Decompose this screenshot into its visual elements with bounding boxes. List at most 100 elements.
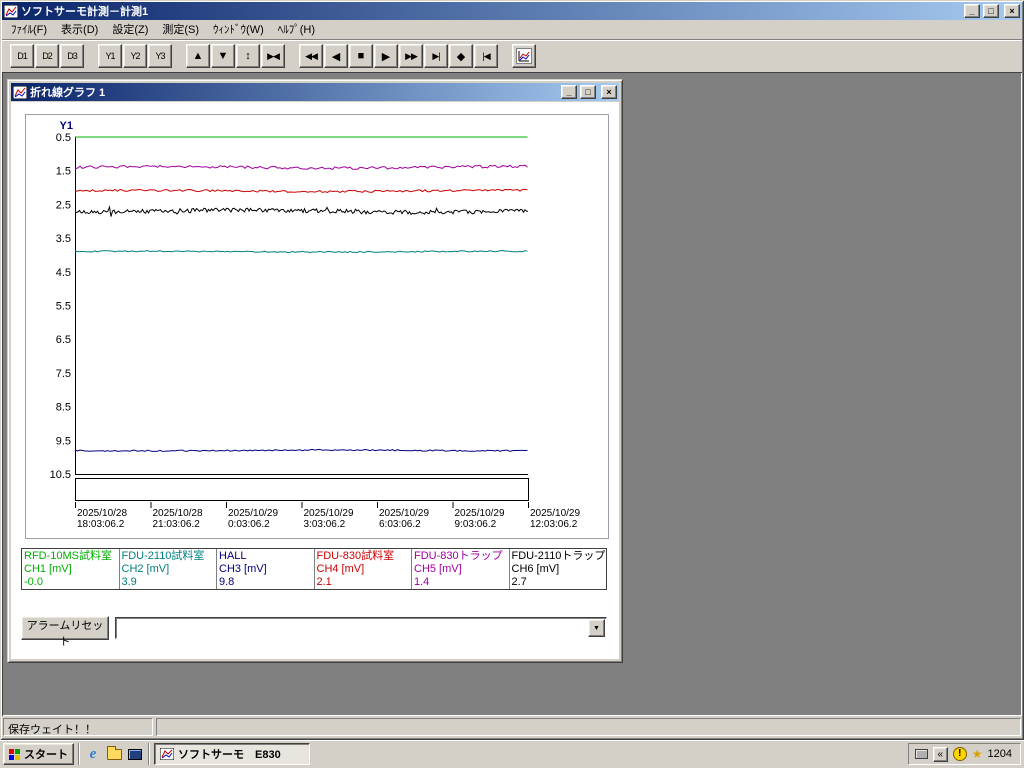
y-tick-label: 9.5 xyxy=(56,435,71,447)
x-tick-time: 18:03:06.2 xyxy=(77,519,125,530)
y1-button[interactable]: Y1 xyxy=(98,44,122,68)
status-panel-empty xyxy=(156,718,1021,736)
legend-value: 2.1 xyxy=(316,576,332,588)
legend-cell-ch3: HALL CH3 [mV] 9.8 xyxy=(216,549,314,589)
menu-view[interactable]: 表示(D) xyxy=(54,19,105,40)
channel-legend: RFD-10MS試料室 CH1 [mV] -0.0 FDU-2110試料室 CH2 [m… xyxy=(21,548,607,590)
app-icon xyxy=(4,4,18,18)
scale-group: ▲ ▼ ↕ ▶◀ xyxy=(186,44,285,68)
app-title: ソフトサーモ計測－計測1 xyxy=(21,6,149,18)
legend-channel-label: CH5 [mV] xyxy=(414,563,462,575)
x-tick-date: 2025/10/29 xyxy=(228,508,278,519)
fast-forward-button[interactable]: ▶▶ xyxy=(399,44,423,68)
legend-value: -0.0 xyxy=(24,576,43,588)
x-tick-time: 21:03:06.2 xyxy=(153,519,201,530)
status-bar: 保存ウェイト！！ xyxy=(2,716,1022,738)
scale-updown-button[interactable]: ↕ xyxy=(236,44,260,68)
menu-file[interactable]: ﾌｧｲﾙ(F) xyxy=(4,19,54,40)
folder-icon[interactable] xyxy=(105,745,123,763)
x-tick-date: 2025/10/29 xyxy=(304,508,354,519)
y-tick-label: 6.5 xyxy=(56,334,71,346)
child-close-button[interactable]: × xyxy=(601,85,617,99)
y-tick-label: 2.5 xyxy=(56,199,71,211)
d3-button[interactable]: D3 xyxy=(60,44,84,68)
y-tick-label: 5.5 xyxy=(56,301,71,313)
minimize-button[interactable]: _ xyxy=(964,4,980,18)
taskbar-separator xyxy=(78,743,80,765)
line-chart: Y10.5 1.5 2.5 3.5 4.5 5.5 6.5 7.5 8.5 9.5 10.5 2025… xyxy=(25,114,609,539)
graph-window-button[interactable] xyxy=(512,44,536,68)
x-tick-time: 9:03:06.2 xyxy=(455,519,497,530)
d1-button[interactable]: D1 xyxy=(10,44,34,68)
center-button[interactable]: ◆ xyxy=(449,44,473,68)
back-button[interactable]: ◀ xyxy=(324,44,348,68)
legend-channel-label: CH3 [mV] xyxy=(219,563,267,575)
start-button[interactable]: スタート xyxy=(3,743,74,765)
legend-device-name: FDU-830トラップ xyxy=(414,550,503,562)
legend-channel-label: CH2 [mV] xyxy=(121,563,170,575)
fast-back-button[interactable]: ◀◀ xyxy=(299,44,323,68)
task-app-icon xyxy=(160,748,174,760)
y-axis-title: Y1 xyxy=(60,120,73,132)
app-titlebar[interactable]: ソフトサーモ計測－計測1 _ □ × xyxy=(2,2,1022,20)
task-button-label: ソフトサーモ E830 xyxy=(178,749,281,761)
yaxis-group: Y1 Y2 Y3 xyxy=(98,44,172,68)
close-button[interactable]: × xyxy=(1004,4,1020,18)
scale-fit-button[interactable]: ▶◀ xyxy=(261,44,285,68)
jump-end-button[interactable]: ▶| xyxy=(424,44,448,68)
line-graph-window: 折れ線グラフ 1 _ □ × Y1 0.5 1.5 2.5 3.5 4.5 5.5 6.5 7.… xyxy=(7,79,623,663)
alarm-reset-button[interactable]: アラームリセット xyxy=(21,616,109,648)
y-tick-label: 4.5 xyxy=(56,267,71,279)
legend-channel-label: CH1 [mV] xyxy=(24,563,72,575)
y2-button[interactable]: Y2 xyxy=(123,44,147,68)
menu-window[interactable]: ｳｨﾝﾄﾞｳ(W) xyxy=(206,19,271,40)
x-tick-date: 2025/10/29 xyxy=(455,508,505,519)
start-button-label: スタート xyxy=(24,749,68,761)
scale-up-button[interactable]: ▲ xyxy=(186,44,210,68)
y-tick-label: 1.5 xyxy=(56,166,71,178)
child-titlebar[interactable]: 折れ線グラフ 1 _ □ × xyxy=(11,83,619,101)
forward-button[interactable]: ▶ xyxy=(374,44,398,68)
legend-cell-ch5: FDU-830トラップ CH5 [mV] 1.4 xyxy=(411,549,509,589)
y3-button[interactable]: Y3 xyxy=(148,44,172,68)
menu-bar: ﾌｧｲﾙ(F) 表示(D) 設定(Z) 測定(S) ｳｨﾝﾄﾞｳ(W) ﾍﾙﾌﾟ(H) xyxy=(2,20,1022,39)
legend-device-name: FDU-2110トラップ xyxy=(511,550,606,562)
y-tick-label: 7.5 xyxy=(56,368,71,380)
menu-settings[interactable]: 設定(Z) xyxy=(105,19,155,40)
legend-device-name: HALL xyxy=(219,550,247,562)
graph-group xyxy=(512,44,536,68)
scale-down-button[interactable]: ▼ xyxy=(211,44,235,68)
menu-help[interactable]: ﾍﾙﾌﾟ(H) xyxy=(271,19,322,40)
show-desktop-icon[interactable] xyxy=(126,745,144,763)
x-tick-date: 2025/10/29 xyxy=(530,508,580,519)
child-maximize-button[interactable]: □ xyxy=(580,85,596,99)
toolbar: D1 D2 D3 Y1 Y2 Y3 ▲ ▼ ↕ ▶◀ ◀◀ ◀ ■ ▶ ▶▶ ▶| ◆ |◀ xyxy=(2,39,1022,72)
x-tick-time: 3:03:06.2 xyxy=(304,519,346,530)
star-tray-icon[interactable]: ★ xyxy=(972,748,983,760)
jump-home-button[interactable]: |◀ xyxy=(474,44,498,68)
taskbar: スタート e ソフトサーモ E830 « ! ★ 1204 xyxy=(0,740,1024,768)
legend-cell-ch6: FDU-2110トラップ CH6 [mV] 2.7 xyxy=(508,549,607,589)
legend-value: 3.9 xyxy=(121,576,137,588)
x-tick-time: 0:03:06.2 xyxy=(228,519,270,530)
internet-explorer-icon[interactable]: e xyxy=(84,745,102,763)
taskbar-separator xyxy=(148,743,150,765)
alarm-combobox-input[interactable] xyxy=(115,617,607,639)
desktop: ソフトサーモ計測－計測1 _ □ × ﾌｧｲﾙ(F) 表示(D) 設定(Z) 測定(S… xyxy=(0,0,1024,768)
child-minimize-button[interactable]: _ xyxy=(561,85,577,99)
device-tray-icon[interactable] xyxy=(914,749,928,759)
task-button-softthermo[interactable]: ソフトサーモ E830 xyxy=(154,743,310,765)
stop-button[interactable]: ■ xyxy=(349,44,373,68)
menu-measure[interactable]: 測定(S) xyxy=(155,19,206,40)
legend-value: 9.8 xyxy=(219,576,235,588)
tray-chevron-button[interactable]: « xyxy=(932,746,948,762)
legend-cell-ch1: RFD-10MS試料室 CH1 [mV] -0.0 xyxy=(22,549,119,589)
restore-button[interactable]: □ xyxy=(983,4,999,18)
warning-tray-icon[interactable]: ! xyxy=(952,747,967,761)
d2-button[interactable]: D2 xyxy=(35,44,59,68)
combobox-dropdown-button[interactable]: ▼ xyxy=(588,619,605,637)
system-tray: « ! ★ 1204 xyxy=(907,743,1021,765)
legend-device-name: RFD-10MS試料室 xyxy=(24,550,113,562)
quick-launch-bar: e xyxy=(84,745,144,763)
mdi-client-area: 折れ線グラフ 1 _ □ × Y1 0.5 1.5 2.5 3.5 4.5 5.5 6.5 7.… xyxy=(2,72,1022,716)
